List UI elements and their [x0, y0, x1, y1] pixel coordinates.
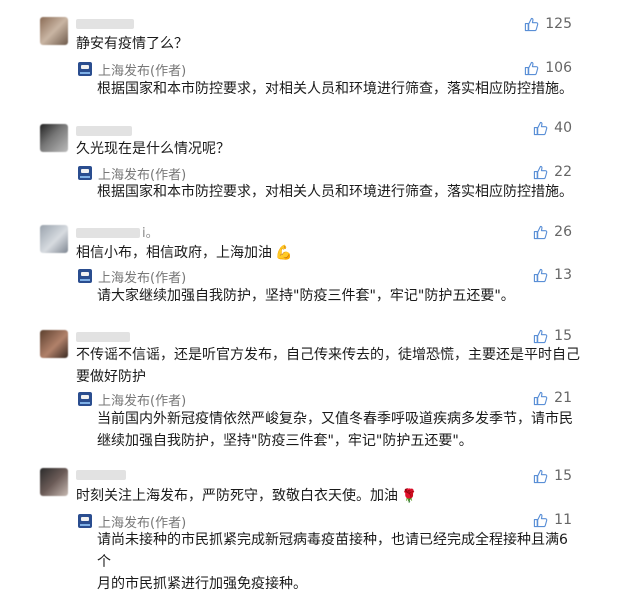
- reply-like-button[interactable]: 11: [533, 510, 572, 530]
- author-reply-header: 上海发布(作者): [78, 164, 186, 183]
- nickname-redacted[interactable]: [76, 470, 126, 480]
- reply-text-line: 月的市民抓紧进行加强免疫接种。: [97, 576, 307, 592]
- nickname-redacted[interactable]: [76, 126, 132, 136]
- comment-text: 不传谣不信谣，还是听官方发布，自己传来传去的，徒增恐慌，主要还是平时自己 要做好…: [76, 344, 581, 388]
- comment-text-body: 时刻关注上海发布，严防死守，致敬白衣天使。加油: [76, 488, 398, 504]
- author-reply-header: 上海发布(作者): [78, 512, 186, 531]
- avatar[interactable]: [40, 225, 68, 253]
- avatar[interactable]: [40, 17, 68, 45]
- reply-text-line: 当前国内外新冠疫情依然严峻复杂，又值冬春季呼吸道疾病多发季节，请市民: [97, 411, 573, 427]
- avatar[interactable]: [40, 468, 68, 496]
- like-count: 40: [554, 120, 572, 136]
- shanghai-fabu-logo-icon: [78, 166, 92, 180]
- flexed-biceps-emoji-icon: 💪: [275, 245, 293, 261]
- like-count: 21: [554, 390, 572, 406]
- thumbs-up-icon: [534, 121, 548, 135]
- like-count: 26: [554, 224, 572, 240]
- like-button[interactable]: 40: [533, 118, 572, 138]
- shanghai-fabu-logo-icon: [78, 514, 92, 528]
- reply-author[interactable]: 上海发布(作者): [98, 390, 186, 409]
- thumbs-up-icon: [525, 17, 539, 31]
- reply-author[interactable]: 上海发布(作者): [98, 512, 186, 531]
- like-count: 13: [554, 267, 572, 283]
- reply-author[interactable]: 上海发布(作者): [98, 60, 186, 79]
- like-count: 106: [545, 60, 572, 76]
- reply-author[interactable]: 上海发布(作者): [98, 267, 186, 286]
- reply-text: 请大家继续加强自我防护，坚持"防疫三件套"，牢记"防护五还要"。: [97, 288, 515, 304]
- thumbs-up-icon: [534, 225, 548, 239]
- rose-emoji-icon: 🌹: [401, 489, 418, 504]
- like-count: 11: [554, 512, 572, 528]
- comment-text: 静安有疫情了么？: [76, 36, 188, 52]
- comment-text: 时刻关注上海发布，严防死守，致敬白衣天使。加油 🌹: [76, 485, 581, 508]
- reply-text-line: 继续加强自我防护，坚持"防疫三件套"，牢记"防护五还要"。: [97, 433, 473, 449]
- comment-text: 久光现在是什么情况呢？: [76, 141, 230, 157]
- like-count: 22: [554, 164, 572, 180]
- nickname-redacted[interactable]: [76, 19, 134, 29]
- shanghai-fabu-logo-icon: [78, 62, 92, 76]
- avatar[interactable]: [40, 330, 68, 358]
- thumbs-up-icon: [525, 61, 539, 75]
- reply-like-button[interactable]: 106: [524, 58, 572, 78]
- comment-text-line: 不传谣不信谣，还是听官方发布，自己传来传去的，徒增恐慌，主要还是平时自己: [76, 347, 580, 363]
- thumbs-up-icon: [534, 391, 548, 405]
- author-reply-header: 上海发布(作者): [78, 267, 186, 286]
- thumbs-up-icon: [534, 268, 548, 282]
- like-button[interactable]: 15: [533, 326, 572, 346]
- thumbs-up-icon: [534, 513, 548, 527]
- like-count: 15: [554, 328, 572, 344]
- reply-like-button[interactable]: 22: [533, 162, 572, 182]
- avatar[interactable]: [40, 124, 68, 152]
- nickname-tail: i。: [142, 226, 159, 241]
- nickname-redacted[interactable]: [76, 332, 130, 342]
- reply-text: 根据国家和本市防控要求，对相关人员和环境进行筛查，落实相应防控措施。: [97, 81, 573, 97]
- reply-text: 请尚未接种的市民抓紧完成新冠病毒疫苗接种，也请已经完成全程接种且满6个 月的市民…: [97, 529, 577, 595]
- reply-like-button[interactable]: 13: [533, 265, 572, 285]
- nickname-redacted[interactable]: [76, 228, 140, 238]
- reply-text: 当前国内外新冠疫情依然严峻复杂，又值冬春季呼吸道疾病多发季节，请市民 继续加强自…: [97, 408, 577, 452]
- thumbs-up-icon: [534, 329, 548, 343]
- like-count: 15: [554, 468, 572, 484]
- like-count: 125: [545, 16, 572, 32]
- comment-text-body: 相信小布，相信政府，上海加油: [76, 245, 272, 261]
- reply-author[interactable]: 上海发布(作者): [98, 164, 186, 183]
- shanghai-fabu-logo-icon: [78, 269, 92, 283]
- reply-like-button[interactable]: 21: [533, 388, 572, 408]
- author-reply-header: 上海发布(作者): [78, 60, 186, 79]
- like-button[interactable]: 26: [533, 222, 572, 242]
- comment-text-line: 要做好防护: [76, 369, 146, 385]
- like-button[interactable]: 125: [524, 14, 572, 34]
- thumbs-up-icon: [534, 165, 548, 179]
- comment-text: 相信小布，相信政府，上海加油 💪: [76, 242, 581, 264]
- author-reply-header: 上海发布(作者): [78, 390, 186, 409]
- shanghai-fabu-logo-icon: [78, 392, 92, 406]
- reply-text-line: 请尚未接种的市民抓紧完成新冠病毒疫苗接种，也请已经完成全程接种且满6个: [97, 532, 568, 570]
- reply-text: 根据国家和本市防控要求，对相关人员和环境进行筛查，落实相应防控措施。: [97, 184, 573, 200]
- like-button[interactable]: 15: [533, 466, 572, 486]
- thumbs-up-icon: [534, 469, 548, 483]
